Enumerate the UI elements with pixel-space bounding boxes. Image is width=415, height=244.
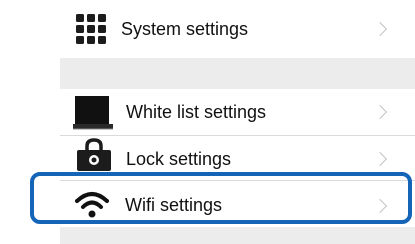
folder-icon bbox=[73, 96, 113, 130]
lock-icon bbox=[77, 138, 111, 171]
settings-item-label: System settings bbox=[121, 19, 249, 39]
chevron-right-icon bbox=[372, 104, 388, 120]
grid-icon bbox=[76, 14, 106, 44]
section-separator bbox=[60, 58, 415, 89]
settings-item-label: Lock settings bbox=[126, 149, 232, 169]
settings-item-white-list[interactable]: White list settings bbox=[60, 89, 415, 136]
chevron-right-icon bbox=[372, 151, 388, 167]
settings-item-system[interactable]: System settings bbox=[60, 0, 415, 58]
wifi-settings-highlight bbox=[30, 172, 412, 224]
settings-item-label: White list settings bbox=[126, 102, 267, 122]
chevron-right-icon bbox=[372, 21, 388, 37]
